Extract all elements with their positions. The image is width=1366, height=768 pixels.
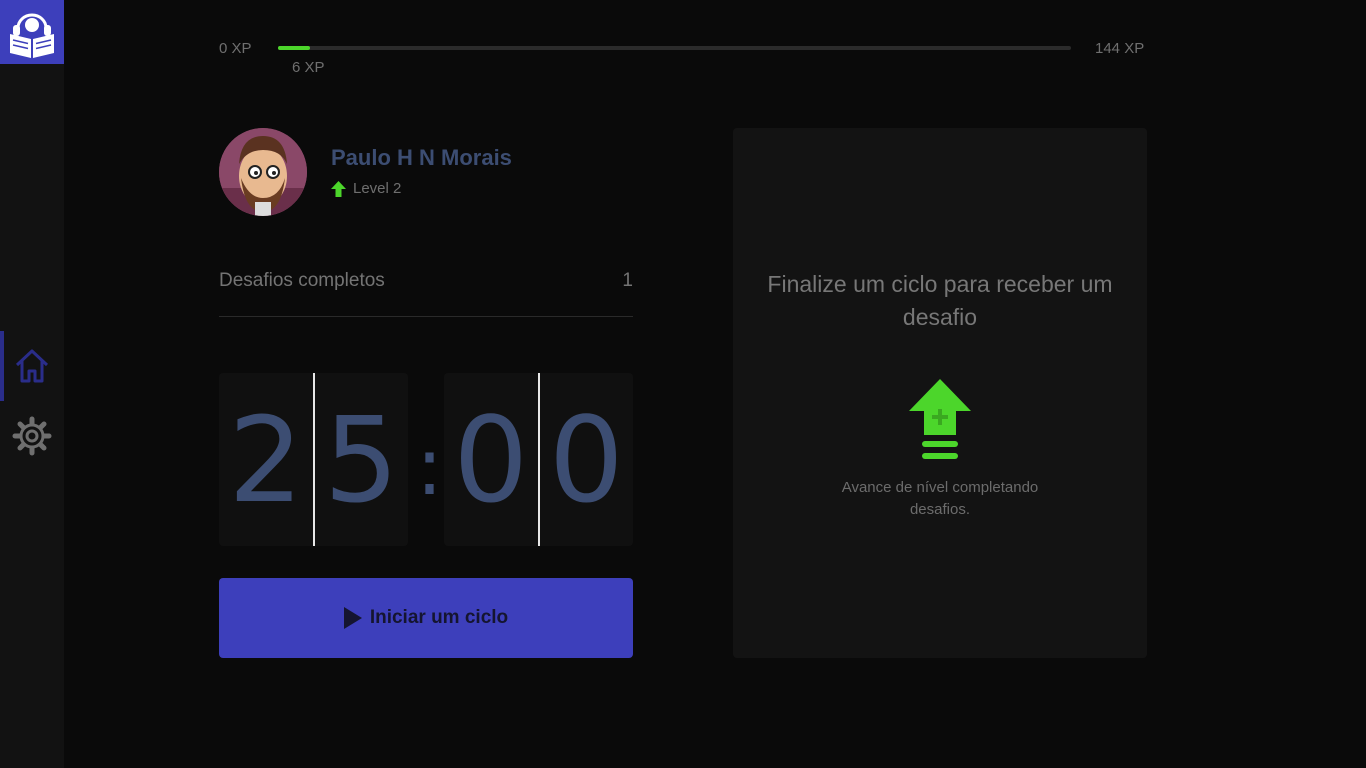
xp-progress-bar	[278, 46, 1071, 50]
app-logo[interactable]	[0, 0, 64, 64]
home-icon	[15, 349, 49, 383]
sidebar-item-home[interactable]	[0, 331, 64, 401]
user-level: Level 2	[331, 180, 401, 197]
challenge-box-title: Finalize um ciclo para receber um desafi…	[767, 271, 1113, 330]
xp-max-label: 144 XP	[1095, 40, 1145, 57]
challenge-box: Finalize um ciclo para receber um desafi…	[733, 128, 1147, 658]
countdown-digit: 0	[453, 390, 529, 529]
completed-challenges-count: 1	[622, 270, 633, 291]
countdown-digit: 5	[312, 373, 409, 546]
play-icon	[343, 607, 362, 629]
level-up-icon	[331, 180, 346, 197]
completed-challenges: Desafios completos 1	[219, 270, 633, 317]
completed-challenges-label: Desafios completos	[219, 270, 385, 291]
avatar	[219, 128, 307, 216]
sidebar	[0, 0, 64, 768]
xp-current-label: 6 XP	[292, 59, 325, 76]
gear-icon	[12, 416, 52, 456]
countdown-minutes: 2 5	[219, 373, 408, 546]
countdown-digit: 2	[228, 390, 304, 529]
start-cycle-button[interactable]: Iniciar um ciclo	[219, 578, 633, 658]
sidebar-item-settings[interactable]	[0, 401, 64, 471]
xp-progress-fill	[278, 46, 310, 50]
user-name: Paulo H N Morais	[331, 145, 512, 170]
countdown-separator: :	[416, 420, 443, 513]
countdown-digit: 0	[537, 373, 634, 546]
start-cycle-label: Iniciar um ciclo	[369, 607, 509, 628]
level-label: Level 2	[353, 180, 402, 197]
level-up-icon	[909, 379, 971, 459]
reader-headphones-icon	[10, 13, 54, 58]
xp-min-label: 0 XP	[219, 40, 252, 57]
countdown-seconds: 0 0	[444, 373, 633, 546]
active-indicator	[0, 331, 4, 401]
challenge-box-description: Avance de nível completando desafios.	[841, 479, 1039, 518]
